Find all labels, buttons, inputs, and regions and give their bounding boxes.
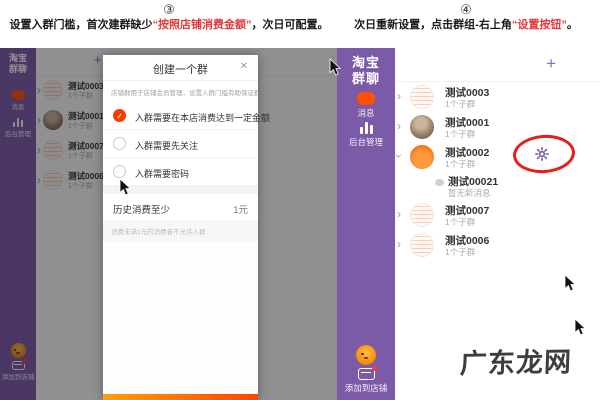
sidebar-item-label: 消息 bbox=[357, 108, 375, 118]
step-4-text-post: 。 bbox=[566, 19, 578, 31]
history-amount-row[interactable]: 历史消费至少 1元 bbox=[103, 194, 258, 220]
step-3-text: 设置入群门槛，首次建群缺少“按照店铺消费金额”，次日可配置。 bbox=[8, 18, 330, 32]
modal-body-space bbox=[103, 242, 258, 394]
chevron-down-icon[interactable]: › bbox=[392, 154, 406, 158]
step-4-text-pre: 次日重新设置，点击群组-右上角 bbox=[354, 19, 512, 31]
step-3-text-pre: 设置入群门槛，首次建群缺少 bbox=[9, 19, 153, 31]
message-bubble-icon bbox=[357, 92, 375, 105]
group-row[interactable]: › 测试0007 1个子群 bbox=[395, 200, 600, 230]
instruction-step-4: ④ 次日重新设置，点击群组-右上角“设置按钮”。 bbox=[340, 3, 592, 32]
mouse-cursor bbox=[119, 178, 131, 196]
option-label: 入群需要先关注 bbox=[135, 141, 199, 151]
app-logo-line1: 淘宝 bbox=[351, 55, 380, 70]
sidebar-item-label: 后台管理 bbox=[348, 137, 383, 147]
bar-chart-icon bbox=[337, 122, 395, 134]
chevron-right-icon[interactable]: › bbox=[397, 238, 401, 250]
radio-unchecked-icon[interactable] bbox=[113, 165, 126, 178]
mouse-cursor bbox=[329, 58, 341, 76]
group-row[interactable]: › 测试0006 1个子群 bbox=[395, 230, 600, 260]
instruction-band: ③ 设置入群门槛，首次建群缺少“按照店铺消费金额”，次日可配置。 ④ 次日重新设… bbox=[0, 0, 600, 48]
step-3-number: ③ bbox=[163, 2, 175, 17]
chevron-right-icon[interactable]: › bbox=[397, 90, 401, 102]
group-row[interactable]: › 测试0003 1个子群 bbox=[395, 82, 600, 112]
radio-unchecked-icon[interactable] bbox=[113, 137, 126, 150]
group-avatar bbox=[410, 115, 434, 139]
option-follow-first[interactable]: 入群需要先关注 bbox=[103, 130, 258, 158]
step-4-number: ④ bbox=[460, 2, 472, 17]
list-header: + bbox=[395, 48, 600, 82]
add-group-button[interactable]: + bbox=[546, 54, 556, 74]
group-subtitle: 1个子群 bbox=[445, 99, 476, 109]
mouse-cursor bbox=[574, 318, 586, 336]
sidebar-right: 淘宝 群聊 消息 后台管理 添加到店铺 bbox=[337, 48, 395, 400]
group-avatar bbox=[410, 85, 434, 109]
mascot-face-icon bbox=[356, 345, 376, 365]
screenshot-stage: ③ 设置入群门槛，首次建群缺少“按照店铺消费金额”，次日可配置。 ④ 次日重新设… bbox=[0, 0, 600, 400]
chevron-right-icon[interactable]: › bbox=[397, 208, 401, 220]
group-avatar bbox=[410, 203, 434, 227]
step-3-text-highlight: “按照店铺消费金额” bbox=[152, 19, 252, 31]
subgroup-avatar bbox=[435, 179, 444, 186]
group-subtitle: 1个子群 bbox=[445, 217, 476, 227]
group-row[interactable]: › 测试0001 1个子群 bbox=[395, 112, 600, 142]
modal-title: 创建一个群 bbox=[153, 64, 208, 76]
subgroup-subtitle: 暂无新消息 bbox=[448, 188, 491, 198]
sidebar-item-add-to-shop[interactable]: 添加到店铺 bbox=[337, 345, 395, 394]
sidebar-item-admin[interactable]: 后台管理 bbox=[337, 122, 395, 148]
instruction-step-3: ③ 设置入群门槛，首次建群缺少“按照店铺消费金额”，次日可配置。 bbox=[8, 3, 330, 32]
shop-box-icon bbox=[357, 366, 377, 380]
radio-checked-icon[interactable]: ✓ bbox=[113, 109, 126, 122]
option-label: 入群需要在本店消费达到一定金额 bbox=[135, 113, 271, 123]
option-consume-amount[interactable]: ✓ 入群需要在本店消费达到一定金额 bbox=[103, 102, 270, 130]
sidebar-item-messages[interactable]: 消息 bbox=[337, 92, 395, 119]
option-label: 入群需要密码 bbox=[135, 169, 190, 179]
modal-header: 创建一个群 ✕ bbox=[103, 55, 258, 81]
panel-step-3: 淘宝 群聊 消息 后台管理 添加到店铺 + › 测试0003 1个子群 › 测试… bbox=[0, 48, 337, 400]
group-subtitle: 1个子群 bbox=[445, 129, 476, 139]
group-subtitle: 1个子群 bbox=[445, 247, 476, 257]
modal-help-text: 店铺群用于店铺会员管理，设置入群门槛有助保证群内用户更优质。 bbox=[103, 81, 258, 102]
step-4-text-highlight: “设置按钮” bbox=[511, 19, 567, 31]
amount-note: 消费未满1元的消费者不允许入群 bbox=[103, 220, 258, 242]
amount-label: 历史消费至少 bbox=[113, 205, 171, 216]
app-logo-line2: 群聊 bbox=[351, 71, 380, 86]
group-avatar bbox=[410, 233, 434, 257]
step-4-text: 次日重新设置，点击群组-右上角“设置按钮”。 bbox=[340, 18, 592, 32]
create-group-modal: 创建一个群 ✕ 店铺群用于店铺会员管理，设置入群门槛有助保证群内用户更优质。 ✓… bbox=[103, 55, 270, 400]
group-avatar bbox=[410, 145, 434, 169]
create-button-edge[interactable] bbox=[103, 394, 258, 400]
watermark: 广东龙网 bbox=[459, 347, 573, 379]
group-subtitle: 1个子群 bbox=[445, 159, 476, 169]
close-icon[interactable]: ✕ bbox=[240, 61, 248, 72]
app-logo: 淘宝 群聊 bbox=[337, 48, 395, 87]
subgroup-row[interactable]: 测试00021 暂无新消息 bbox=[395, 172, 600, 200]
amount-value[interactable]: 1元 bbox=[233, 202, 248, 216]
sidebar-item-label: 添加到店铺 bbox=[344, 383, 388, 393]
step-3-text-post: ，次日可配置。 bbox=[251, 19, 329, 31]
chevron-right-icon[interactable]: › bbox=[397, 120, 401, 132]
mouse-cursor bbox=[564, 274, 576, 292]
